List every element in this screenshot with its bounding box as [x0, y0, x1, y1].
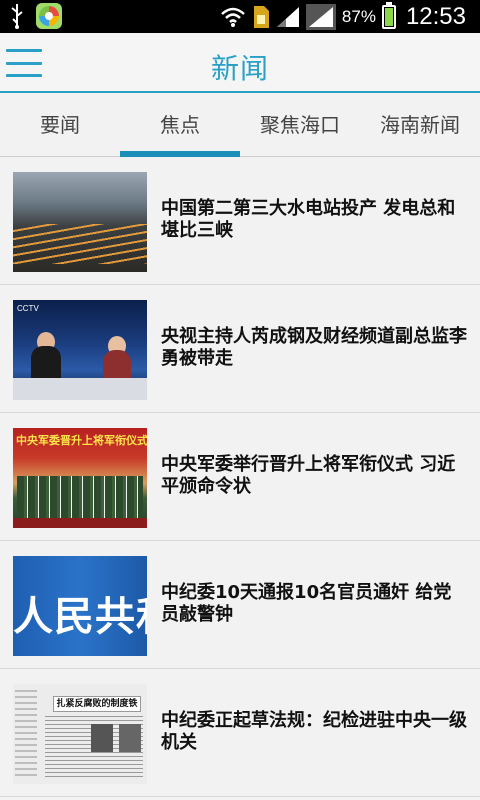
thumb-text: 中央军委晋升上将军衔仪式 — [16, 434, 147, 447]
news-title: 中纪委正起草法规：纪检进驻中央一级机关 — [161, 710, 467, 753]
tab-yaowen[interactable]: 要闻 — [0, 95, 120, 156]
thumb-text: 人民共和 — [13, 594, 147, 640]
usb-icon — [11, 4, 23, 29]
news-item[interactable]: 扎紧反腐败的制度铁笼 中纪委正起草法规：纪检进驻中央一级机关 — [0, 669, 480, 797]
battery-level — [384, 8, 393, 26]
thumb-text: 扎紧反腐败的制度铁笼 — [53, 696, 141, 712]
news-thumbnail — [13, 172, 147, 272]
news-list: 中国第二第三大水电站投产 发电总和堪比三峡 CCTV 央视主持人芮成钢及财经频道… — [0, 157, 480, 797]
page-title: 新闻 — [210, 52, 269, 85]
news-item[interactable]: 人民共和 中纪委10天通报10名官员通奸 给党员敲警钟 — [0, 541, 480, 669]
news-title: 中纪委10天通报10名官员通奸 给党员敲警钟 — [161, 582, 452, 625]
wifi-icon — [221, 7, 245, 27]
news-thumbnail: CCTV — [13, 300, 147, 400]
news-title: 中国第二第三大水电站投产 发电总和堪比三峡 — [161, 198, 456, 241]
signal-icon-2 — [305, 3, 336, 30]
tab-hainan-news[interactable]: 海南新闻 — [360, 95, 480, 156]
news-thumbnail: 人民共和 — [13, 556, 147, 656]
news-title: 央视主持人芮成钢及财经频道副总监李勇被带走 — [161, 326, 467, 369]
tab-bar: 要闻 焦点 聚焦海口 海南新闻 — [0, 95, 480, 157]
thumb-text: CCTV — [17, 304, 39, 313]
news-thumbnail: 中央军委晋升上将军衔仪式 — [13, 428, 147, 528]
signal-icon — [276, 6, 299, 27]
app-icon — [36, 3, 62, 29]
clock: 12:53 — [405, 2, 466, 30]
news-title: 中央军委举行晋升上将军衔仪式 习近平颁命令状 — [161, 454, 456, 497]
news-item[interactable]: CCTV 央视主持人芮成钢及财经频道副总监李勇被带走 — [0, 285, 480, 413]
news-item[interactable]: 中国第二第三大水电站投产 发电总和堪比三峡 — [0, 157, 480, 285]
sim-card-icon — [253, 5, 269, 28]
battery-percent: 87% — [341, 6, 376, 26]
tab-jiaodian[interactable]: 焦点 — [120, 95, 240, 157]
news-thumbnail: 扎紧反腐败的制度铁笼 — [13, 684, 147, 784]
tab-jujiao-haikou[interactable]: 聚焦海口 — [240, 95, 360, 156]
app-bar: 新闻 — [0, 33, 480, 93]
news-item[interactable]: 中央军委晋升上将军衔仪式 中央军委举行晋升上将军衔仪式 习近平颁命令状 — [0, 413, 480, 541]
battery-charging-icon — [381, 1, 396, 29]
status-bar: 87% 12:53 — [0, 0, 480, 33]
